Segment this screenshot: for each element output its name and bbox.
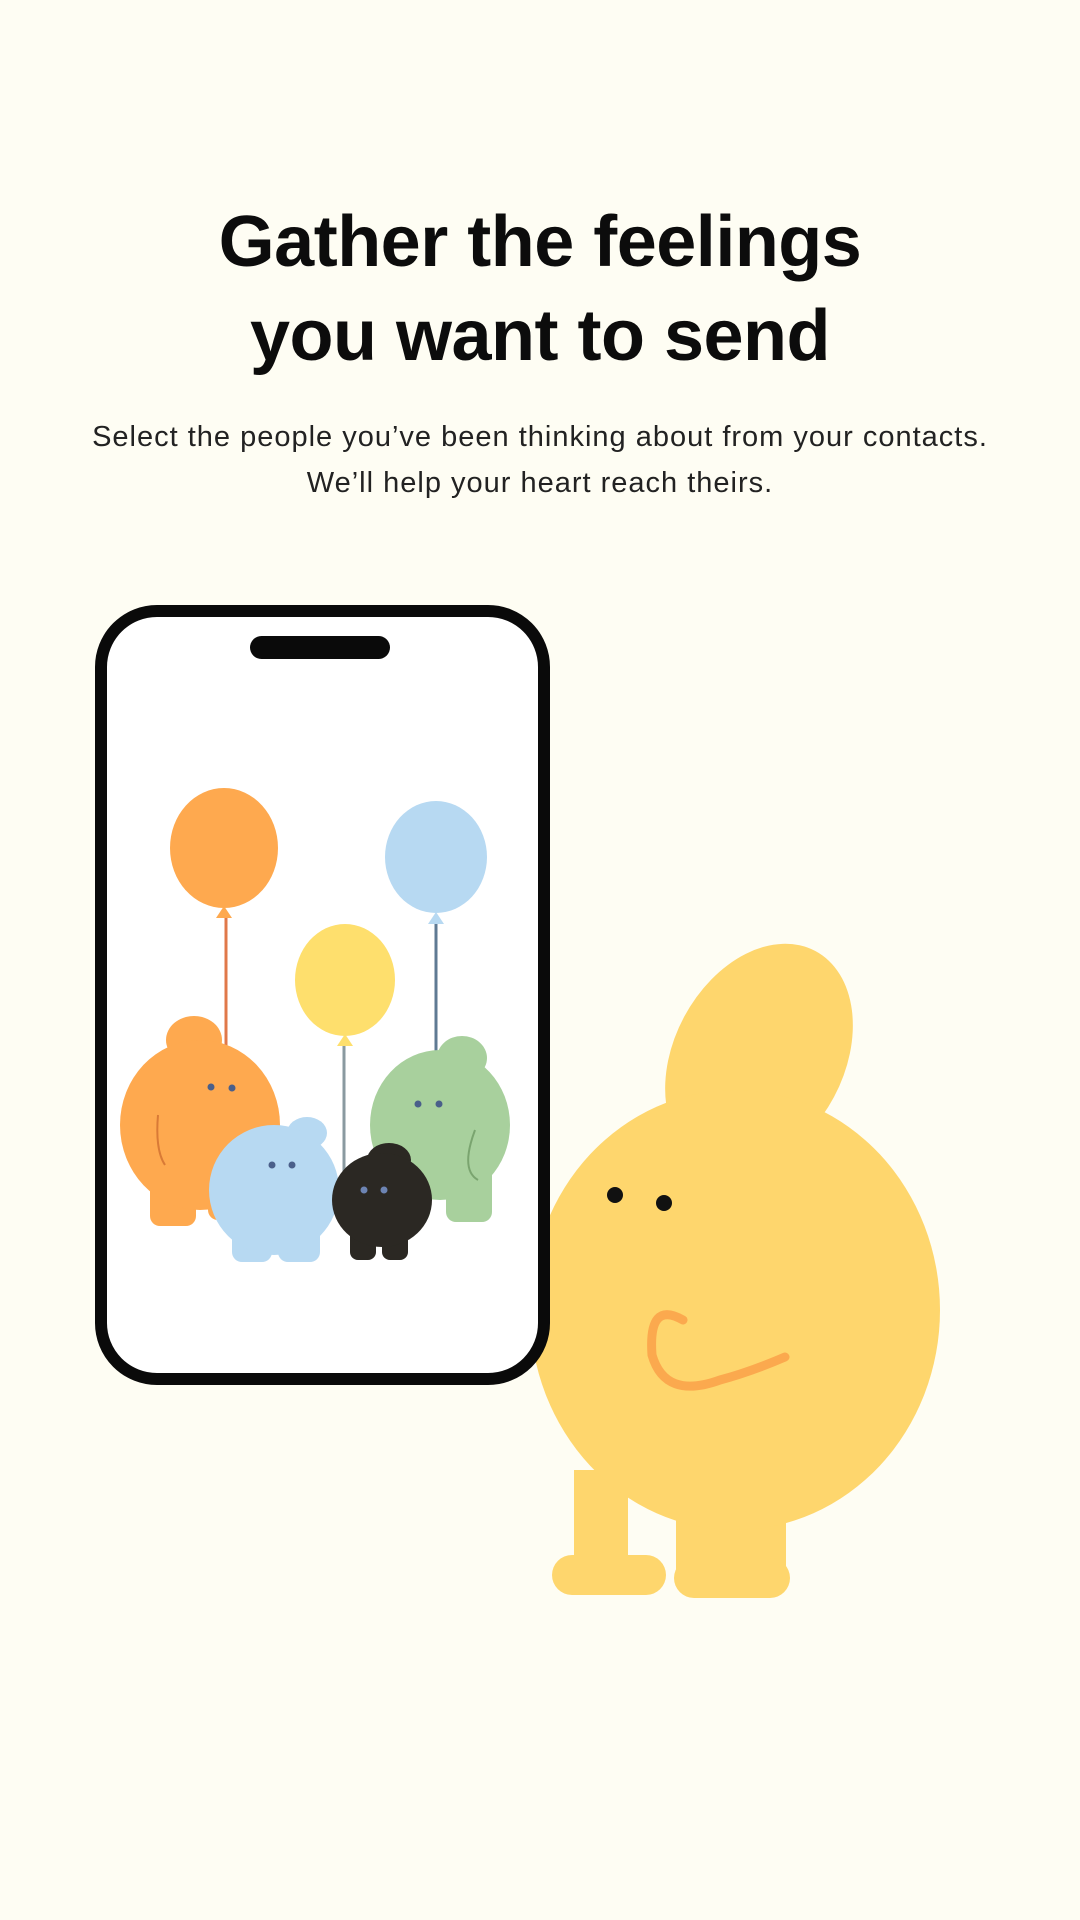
onboarding-illustration <box>95 605 940 1598</box>
phone-notch <box>250 636 390 659</box>
subtitle-line-1: Select the people you’ve been thinking a… <box>92 421 988 453</box>
mascot-left-eye <box>607 1187 623 1203</box>
onboarding-screen: Gather the feelings you want to send Sel… <box>0 0 1080 1920</box>
mascot-right-eye <box>656 1195 672 1211</box>
page-subtitle: Select the people you’ve been thinking a… <box>0 414 1080 506</box>
yellow-mascot <box>530 943 940 1598</box>
title-line-2: you want to send <box>249 296 831 376</box>
title-line-1: Gather the feelings <box>218 202 862 282</box>
page-title: Gather the feelings you want to send <box>0 195 1080 383</box>
subtitle-line-2: We’ll help your heart reach theirs. <box>306 467 774 499</box>
phone-illustration <box>95 605 550 1385</box>
